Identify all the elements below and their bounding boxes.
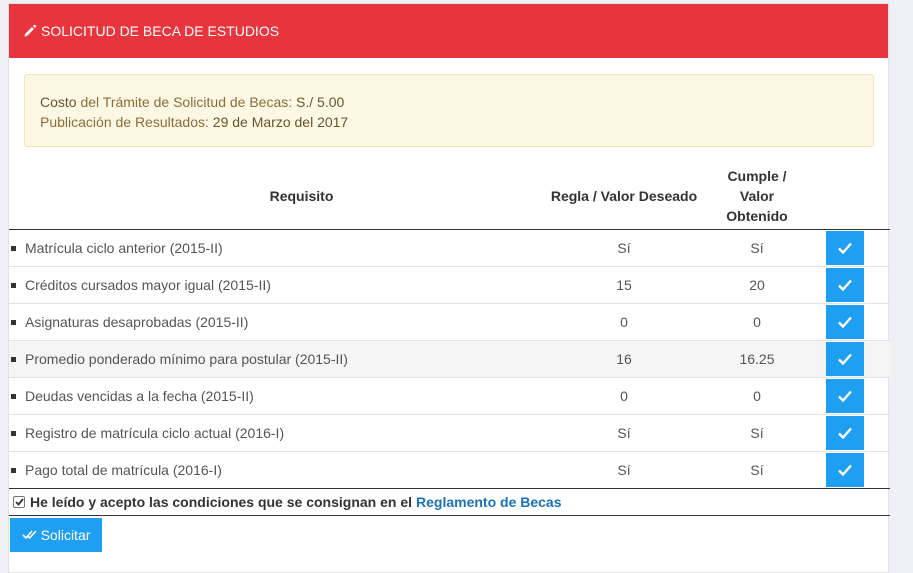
publication-text: Publicación de Resultados: <box>40 114 213 130</box>
cost-text: del Trámite de Solicitud de Becas: <box>76 94 297 110</box>
check-icon <box>826 453 864 487</box>
row-obtenido: 0 <box>753 314 761 330</box>
bullet-icon <box>11 320 16 325</box>
submit-label: Solicitar <box>40 527 91 543</box>
row-requisito: Créditos cursados mayor igual (2015-II) <box>25 277 271 293</box>
check-icon <box>826 416 864 450</box>
header-cumple-line2: Valor <box>739 188 775 204</box>
row-regla: Sí <box>617 240 631 256</box>
accept-checkbox[interactable] <box>13 496 25 508</box>
bullet-icon <box>11 468 16 473</box>
check-icon <box>826 268 864 302</box>
check-icon <box>826 231 864 265</box>
table-bottom-rule <box>9 488 890 489</box>
header-requisito: Requisito <box>269 188 334 204</box>
check-icon <box>826 379 864 413</box>
row-regla: Sí <box>617 425 631 441</box>
bullet-icon <box>11 283 16 288</box>
pencil-icon <box>23 24 37 38</box>
header-regla: Regla / Valor Deseado <box>550 188 698 204</box>
publication-line: Publicación de Resultados: 29 de Marzo d… <box>40 112 858 132</box>
bullet-icon <box>11 394 16 399</box>
row-requisito: Promedio ponderado mínimo para postular … <box>25 351 348 367</box>
row-regla: 16 <box>616 351 632 367</box>
scholarship-panel: SOLICITUD DE BECA DE ESTUDIOS Costo del … <box>8 3 890 573</box>
header-cumple: Cumple / Valor Obtenido <box>707 166 807 226</box>
double-check-icon <box>22 527 38 543</box>
row-obtenido: Sí <box>750 240 764 256</box>
cost-label: Costo <box>40 94 77 110</box>
table-row: Deudas vencidas a la fecha (2015-II) 0 0 <box>9 378 890 415</box>
table-header: Requisito Regla / Valor Deseado Cumple /… <box>9 164 890 230</box>
row-regla: 0 <box>620 314 628 330</box>
row-requisito: Matrícula ciclo anterior (2015-II) <box>25 240 223 256</box>
row-regla: 0 <box>620 388 628 404</box>
row-requisito: Registro de matrícula ciclo actual (2016… <box>25 425 285 441</box>
bullet-icon <box>11 357 16 362</box>
check-icon <box>826 305 864 339</box>
accept-text: He leído y acepto las condiciones que se… <box>30 494 412 510</box>
row-regla: Sí <box>617 462 631 478</box>
panel-title: SOLICITUD DE BECA DE ESTUDIOS <box>41 23 280 39</box>
check-icon <box>826 342 864 376</box>
header-cumple-line3: Obtenido <box>726 208 788 224</box>
header-cumple-line1: Cumple / <box>727 168 787 184</box>
table-row: Asignaturas desaprobadas (2015-II) 0 0 <box>9 304 890 341</box>
cost-value: S./ 5.00 <box>296 94 345 110</box>
regulations-link[interactable]: Reglamento de Becas <box>416 494 562 510</box>
accept-rule <box>9 515 890 516</box>
row-requisito: Pago total de matrícula (2016-I) <box>25 462 222 478</box>
panel-header: SOLICITUD DE BECA DE ESTUDIOS <box>9 4 888 58</box>
accept-terms: He leído y acepto las condiciones que se… <box>13 494 562 510</box>
table-row: Pago total de matrícula (2016-I) Sí Sí <box>9 452 890 489</box>
table-row: Promedio ponderado mínimo para postular … <box>9 341 890 378</box>
row-obtenido: 0 <box>753 388 761 404</box>
row-obtenido: Sí <box>750 425 764 441</box>
requirements-table: Matrícula ciclo anterior (2015-II) Sí Sí… <box>9 230 890 489</box>
row-requisito: Deudas vencidas a la fecha (2015-II) <box>25 388 254 404</box>
row-obtenido: 20 <box>749 277 765 293</box>
table-row: Créditos cursados mayor igual (2015-II) … <box>9 267 890 304</box>
table-row: Registro de matrícula ciclo actual (2016… <box>9 415 890 452</box>
table-row: Matrícula ciclo anterior (2015-II) Sí Sí <box>9 230 890 267</box>
row-obtenido: 16.25 <box>739 351 775 367</box>
cost-line: Costo del Trámite de Solicitud de Becas:… <box>40 92 858 112</box>
submit-button[interactable]: Solicitar <box>10 518 102 552</box>
info-alert: Costo del Trámite de Solicitud de Becas:… <box>24 74 874 147</box>
row-regla: 15 <box>616 277 632 293</box>
bullet-icon <box>11 246 16 251</box>
row-obtenido: Sí <box>750 462 764 478</box>
bullet-icon <box>11 431 16 436</box>
publication-date: 29 de Marzo del 2017 <box>212 114 349 130</box>
row-requisito: Asignaturas desaprobadas (2015-II) <box>25 314 249 330</box>
